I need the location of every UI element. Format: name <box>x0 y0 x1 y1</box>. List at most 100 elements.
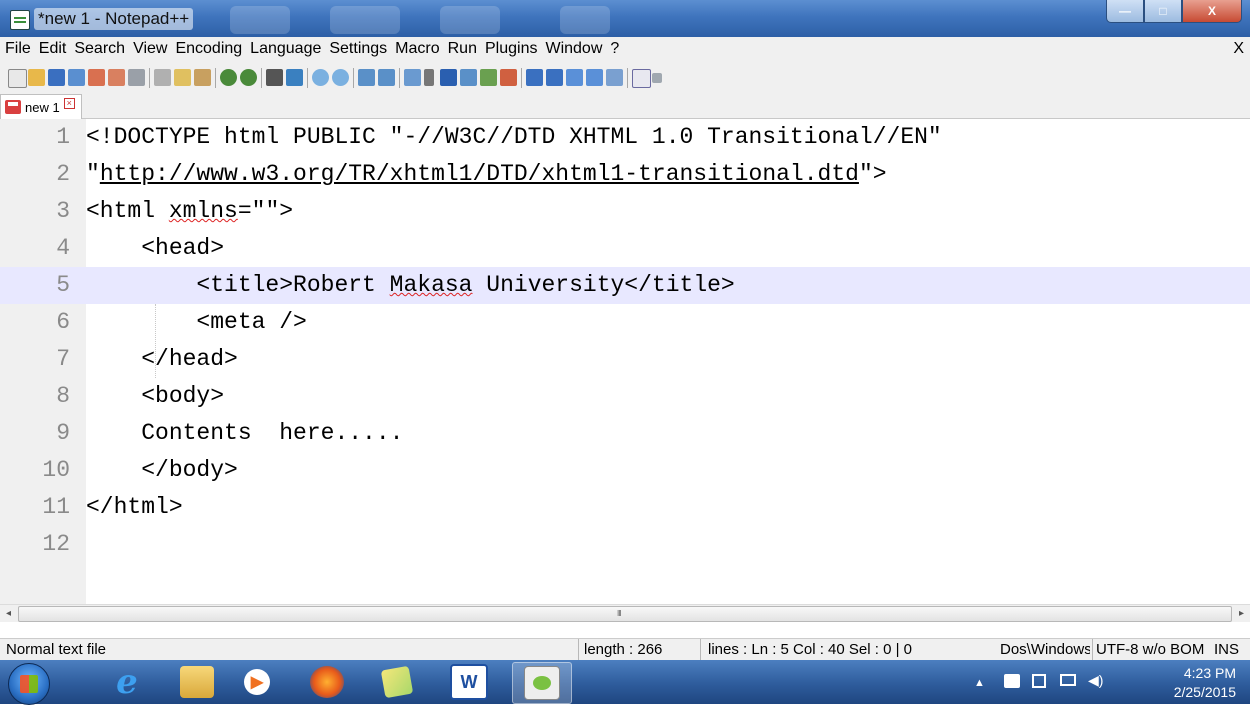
menu-window[interactable]: Window <box>540 37 605 58</box>
menu-macro[interactable]: Macro <box>390 37 442 58</box>
toolbar-separator <box>149 68 150 88</box>
close-button[interactable]: X <box>1182 0 1242 23</box>
status-divider <box>1092 639 1093 661</box>
menu-help[interactable]: ? <box>605 37 622 58</box>
undo-icon[interactable] <box>220 69 237 86</box>
scrollbar-thumb[interactable]: III <box>18 606 1232 622</box>
menu-search[interactable]: Search <box>69 37 128 58</box>
action-center-icon[interactable] <box>1004 674 1020 688</box>
status-divider <box>700 639 701 661</box>
status-position: lines : Ln : 5 Col : 40 Sel : 0 | 0 <box>708 641 913 658</box>
copy-icon[interactable] <box>174 69 191 86</box>
function-list-icon[interactable] <box>480 69 497 86</box>
sync-horizontal-icon[interactable] <box>378 69 395 86</box>
folder-workspace-icon[interactable] <box>500 69 517 86</box>
line-number: 6 <box>56 309 70 335</box>
system-tray: ▲ ◀) 4:23 PM 2/25/2015 <box>970 660 1250 704</box>
minimize-button[interactable]: — <box>1106 0 1144 23</box>
document-map-icon[interactable] <box>460 69 477 86</box>
toolbar-separator <box>261 68 262 88</box>
volume-icon[interactable]: ◀) <box>1088 672 1103 689</box>
status-insert-mode: INS <box>1214 641 1240 658</box>
line-number: 11 <box>42 494 70 520</box>
toolbar-separator <box>353 68 354 88</box>
taskbar-firefox[interactable] <box>298 662 356 702</box>
code-segment: <html <box>86 198 169 224</box>
find-icon[interactable] <box>266 69 283 86</box>
menu-settings[interactable]: Settings <box>324 37 390 58</box>
word-wrap-icon[interactable] <box>404 69 421 86</box>
notepad-app-icon <box>10 10 30 30</box>
close-icon[interactable] <box>88 69 105 86</box>
sync-vertical-icon[interactable] <box>358 69 375 86</box>
menu-language[interactable]: Language <box>245 37 324 58</box>
menu-encoding[interactable]: Encoding <box>170 37 245 58</box>
current-line-highlight: 5 <title>Robert Makasa University</title… <box>0 267 1250 304</box>
code-text: Contents here..... <box>86 420 404 446</box>
taskbar-file-explorer[interactable] <box>168 662 226 702</box>
maximize-button[interactable]: □ <box>1144 0 1182 23</box>
save-icon[interactable] <box>48 69 65 86</box>
menu-edit[interactable]: Edit <box>34 37 70 58</box>
print-icon[interactable] <box>128 69 145 86</box>
line-number: 12 <box>42 531 70 557</box>
taskbar-media-player[interactable]: ▶ <box>228 662 286 702</box>
menu-plugins[interactable]: Plugins <box>480 37 540 58</box>
indent-guide-icon[interactable] <box>440 69 457 86</box>
menu-view[interactable]: View <box>128 37 170 58</box>
cut-icon[interactable] <box>154 69 171 86</box>
close-all-icon[interactable] <box>108 69 125 86</box>
status-length: length : 266 <box>584 641 663 658</box>
horizontal-scrollbar[interactable]: ◂ III ▸ <box>0 604 1250 622</box>
tab-new-1[interactable]: new 1 × <box>0 94 82 119</box>
code-editor[interactable]: 1 <!DOCTYPE html PUBLIC "-//W3C//DTD XHT… <box>0 119 1250 604</box>
spell-options-icon[interactable] <box>652 73 662 83</box>
record-macro-icon[interactable] <box>526 69 543 86</box>
paste-icon[interactable] <box>194 69 211 86</box>
spell-check-icon[interactable] <box>632 69 651 88</box>
save-macro-icon[interactable] <box>606 69 623 86</box>
spelling-error-word[interactable]: xmlns <box>169 198 238 224</box>
play-macro-icon[interactable] <box>566 69 583 86</box>
tab-label: new 1 <box>25 99 60 115</box>
code-text: <title>Robert Makasa University</title> <box>86 272 734 298</box>
menu-run[interactable]: Run <box>443 37 480 58</box>
clock-time: 4:23 PM <box>1183 665 1236 681</box>
redo-icon[interactable] <box>240 69 257 86</box>
show-all-chars-icon[interactable] <box>424 69 434 86</box>
run-macro-multiple-icon[interactable] <box>586 69 603 86</box>
spelling-error-word[interactable]: Makasa <box>390 272 473 298</box>
menu-file[interactable]: File <box>0 37 34 58</box>
open-file-icon[interactable] <box>28 69 45 86</box>
status-file-type: Normal text file <box>6 641 107 658</box>
window-titlebar[interactable]: *new 1 - Notepad++ — □ X <box>0 0 1250 37</box>
clock[interactable]: 4:23 PM 2/25/2015 <box>1174 664 1236 702</box>
new-file-icon[interactable] <box>8 69 27 88</box>
folder-icon <box>180 666 214 698</box>
zoom-out-icon[interactable] <box>332 69 349 86</box>
taskbar-notepad-plus-plus[interactable] <box>512 662 572 704</box>
zoom-in-icon[interactable] <box>312 69 329 86</box>
close-document-button[interactable]: X <box>1233 40 1244 58</box>
scroll-left-arrow-icon[interactable]: ◂ <box>0 605 17 622</box>
start-button[interactable] <box>8 663 50 705</box>
line-number: 7 <box>56 346 70 372</box>
network-icon[interactable] <box>1032 674 1046 688</box>
scroll-right-arrow-icon[interactable]: ▸ <box>1233 605 1250 622</box>
word-icon: W <box>450 664 488 700</box>
display-icon[interactable] <box>1060 674 1076 686</box>
taskbar-internet-explorer[interactable]: e <box>98 662 156 702</box>
code-text: </head> <box>86 346 238 372</box>
editor-line: 6 <meta /> <box>0 304 1250 341</box>
tab-bar: new 1 × <box>0 94 1250 119</box>
taskbar-word[interactable]: W <box>440 662 498 702</box>
show-hidden-icon[interactable]: ▲ <box>974 677 985 689</box>
taskbar-sticky-notes[interactable] <box>368 662 426 702</box>
stop-record-icon[interactable] <box>546 69 563 86</box>
replace-icon[interactable] <box>286 69 303 86</box>
line-number: 3 <box>56 198 70 224</box>
tab-close-icon[interactable]: × <box>63 97 75 109</box>
line-number: 4 <box>56 235 70 261</box>
code-url-link[interactable]: http://www.w3.org/TR/xhtml1/DTD/xhtml1-t… <box>100 161 859 187</box>
save-all-icon[interactable] <box>68 69 85 86</box>
